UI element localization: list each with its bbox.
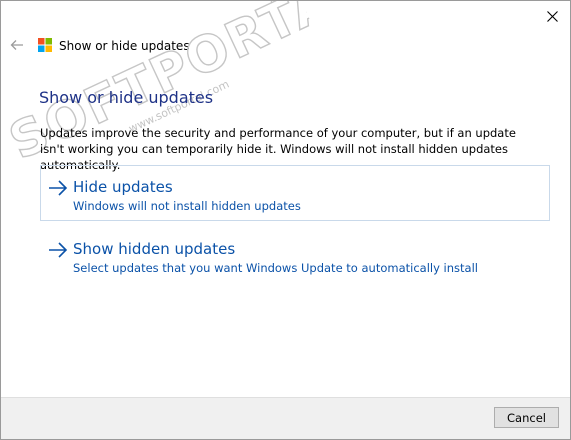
watermark-tm: TM	[266, 0, 283, 7]
hide-updates-option[interactable]: Hide updates Windows will not install hi…	[40, 165, 550, 221]
dialog-footer: Cancel	[1, 397, 570, 439]
hide-updates-description: Windows will not install hidden updates	[73, 199, 301, 213]
show-hidden-updates-description: Select updates that you want Windows Upd…	[73, 261, 478, 275]
hide-updates-title: Hide updates	[73, 178, 173, 196]
cancel-button[interactable]: Cancel	[494, 407, 559, 428]
dialog-window: Show or hide updates SOFTPORTAL TM www.s…	[0, 0, 571, 440]
close-button[interactable]	[542, 6, 562, 26]
back-button[interactable]	[9, 37, 25, 53]
show-hidden-updates-option[interactable]: Show hidden updates Select updates that …	[40, 227, 550, 283]
windows-logo-icon	[38, 38, 52, 52]
back-arrow-icon	[10, 40, 23, 50]
show-hidden-updates-title: Show hidden updates	[73, 240, 236, 258]
right-arrow-icon	[49, 180, 68, 196]
window-title: Show or hide updates	[59, 39, 190, 53]
page-heading: Show or hide updates	[39, 88, 214, 107]
close-icon	[546, 10, 558, 22]
right-arrow-icon	[49, 242, 68, 258]
